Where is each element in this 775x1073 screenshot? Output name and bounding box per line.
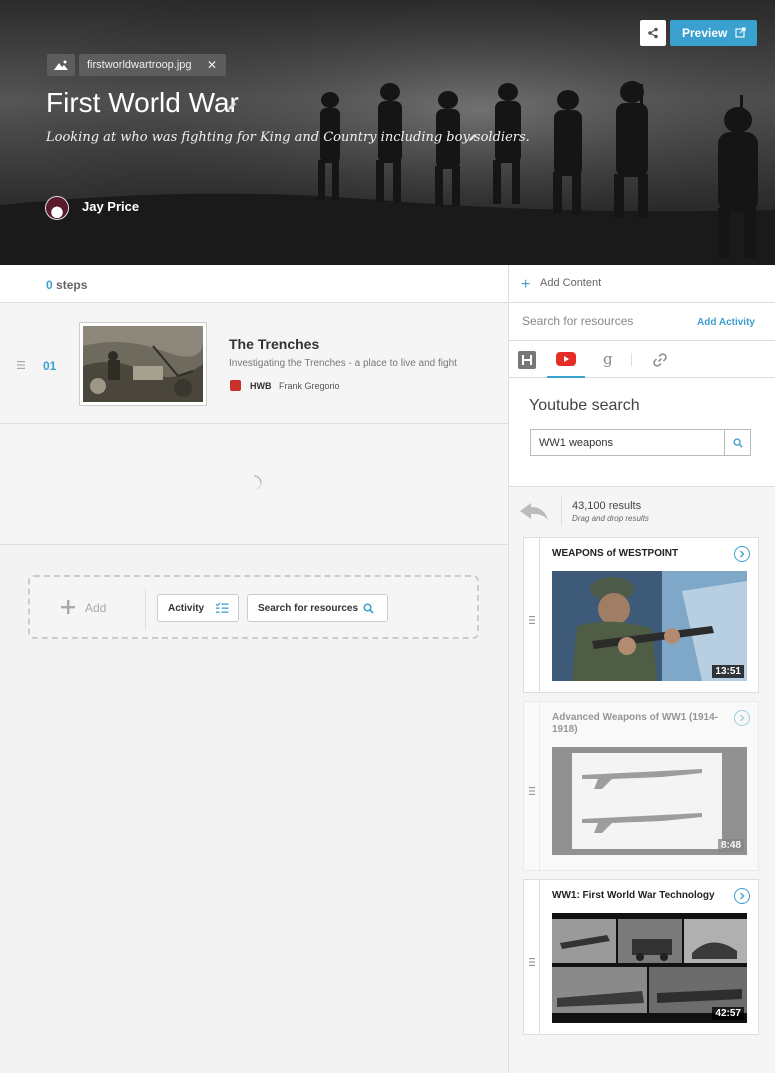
external-link-icon (735, 27, 746, 38)
add-label[interactable]: Add (85, 601, 106, 615)
result-title[interactable]: WW1: First World War Technology (552, 890, 732, 902)
header-image-chip: firstworldwartroop.jpg ✕ (79, 54, 226, 76)
svg-text:g: g (603, 351, 613, 368)
card-drag-gutter[interactable] (524, 538, 540, 692)
open-result-button[interactable] (734, 710, 750, 726)
tab-google[interactable]: g (597, 341, 621, 378)
hwb-source-icon (230, 380, 241, 391)
drag-handle-icon[interactable] (529, 958, 535, 966)
step-item[interactable]: 01 The Trenches Investigating the Trench… (0, 303, 508, 424)
add-content-button[interactable]: + Add Content (509, 265, 775, 303)
drag-handle-icon[interactable] (17, 361, 25, 369)
result-card[interactable]: Advanced Weapons of WW1 (1914-1918) 8:48 (523, 701, 759, 871)
chevron-right-icon (740, 550, 745, 558)
chevron-right-icon (740, 892, 745, 900)
results-area: 43,100 results Drag and drop results WEA… (509, 486, 775, 1073)
resources-bar: Search for resources Add Activity (509, 303, 775, 341)
youtube-search-input[interactable] (530, 429, 725, 456)
tab-youtube[interactable] (547, 341, 585, 378)
edit-subtitle-pencil-icon[interactable] (467, 132, 478, 143)
preview-label: Preview (682, 26, 728, 40)
result-thumbnail[interactable]: 13:51 (552, 571, 747, 681)
results-count: 43,100 results (572, 500, 642, 512)
header-image-filename: firstworldwartroop.jpg (87, 59, 192, 71)
edit-title-pencil-icon[interactable] (226, 100, 238, 112)
search-icon (363, 603, 374, 614)
activity-list-icon (215, 602, 229, 613)
add-activity-link[interactable]: Add Activity (697, 317, 755, 328)
drag-handle-icon[interactable] (529, 787, 535, 795)
author-name: Jay Price (82, 199, 140, 214)
avatar (45, 196, 69, 220)
result-title[interactable]: WEAPONS of WESTPOINT (552, 548, 732, 560)
image-icon (47, 54, 75, 76)
youtube-search-title: Youtube search (529, 397, 640, 414)
result-thumbnail[interactable]: 42:57 (552, 913, 747, 1023)
link-icon (653, 352, 667, 367)
card-drag-gutter[interactable] (524, 702, 540, 870)
step-number: 01 (43, 359, 57, 373)
step-thumbnail (79, 322, 207, 406)
result-card[interactable]: WW1: First World War Technology 42:57 (523, 879, 759, 1035)
step-author: Frank Gregorio (279, 381, 340, 391)
loading-area (0, 424, 508, 545)
drag-handle-icon[interactable] (529, 616, 535, 624)
result-card[interactable]: WEAPONS of WESTPOINT 13:51 (523, 537, 759, 693)
divider (561, 497, 562, 525)
chevron-right-icon (740, 714, 745, 722)
resource-tabs: g (509, 341, 775, 378)
add-activity-button[interactable]: Activity (157, 594, 239, 622)
youtube-icon (556, 351, 576, 366)
search-resources-label[interactable]: Search for resources (522, 314, 633, 328)
steps-header: 0 steps (0, 265, 508, 303)
page-subtitle: Looking at who was fighting for King and… (46, 130, 530, 145)
open-result-button[interactable] (734, 888, 750, 904)
tab-link[interactable] (647, 341, 673, 378)
plus-icon: + (521, 276, 531, 293)
results-hint: Drag and drop results (572, 514, 649, 523)
open-result-button[interactable] (734, 546, 750, 562)
youtube-search-button[interactable] (724, 429, 751, 456)
share-button[interactable] (640, 20, 666, 46)
card-drag-gutter[interactable] (524, 880, 540, 1034)
content-sidebar: + Add Content Search for resources Add A… (508, 265, 775, 1073)
add-step-area: Add Activity Search for resources (28, 575, 479, 639)
loading-spinner-icon (253, 475, 262, 490)
tab-hwb[interactable] (515, 341, 539, 378)
step-title[interactable]: The Trenches (229, 336, 319, 352)
search-resources-button[interactable]: Search for resources (247, 594, 388, 622)
steps-count: 0 steps (46, 278, 88, 292)
back-arrow-icon[interactable] (519, 502, 549, 522)
preview-button[interactable]: Preview (670, 20, 757, 46)
share-icon (648, 27, 658, 39)
add-plus-icon[interactable] (60, 599, 76, 615)
page-title: First World War (46, 87, 239, 118)
hwb-icon (518, 350, 536, 369)
result-duration: 8:48 (717, 839, 744, 852)
result-duration: 42:57 (712, 1007, 744, 1020)
search-icon (732, 437, 743, 448)
remove-image-icon[interactable]: ✕ (207, 58, 217, 72)
hero-banner: firstworldwartroop.jpg ✕ Preview First W… (0, 0, 775, 265)
divider (145, 589, 146, 629)
result-title[interactable]: Advanced Weapons of WW1 (1914-1918) (552, 712, 732, 736)
google-icon: g (603, 351, 613, 368)
step-description: Investigating the Trenches - a place to … (229, 358, 457, 369)
tab-separator (631, 353, 632, 366)
result-thumbnail[interactable]: 8:48 (552, 747, 747, 855)
result-duration: 13:51 (712, 665, 744, 678)
step-source: HWB (250, 381, 272, 391)
